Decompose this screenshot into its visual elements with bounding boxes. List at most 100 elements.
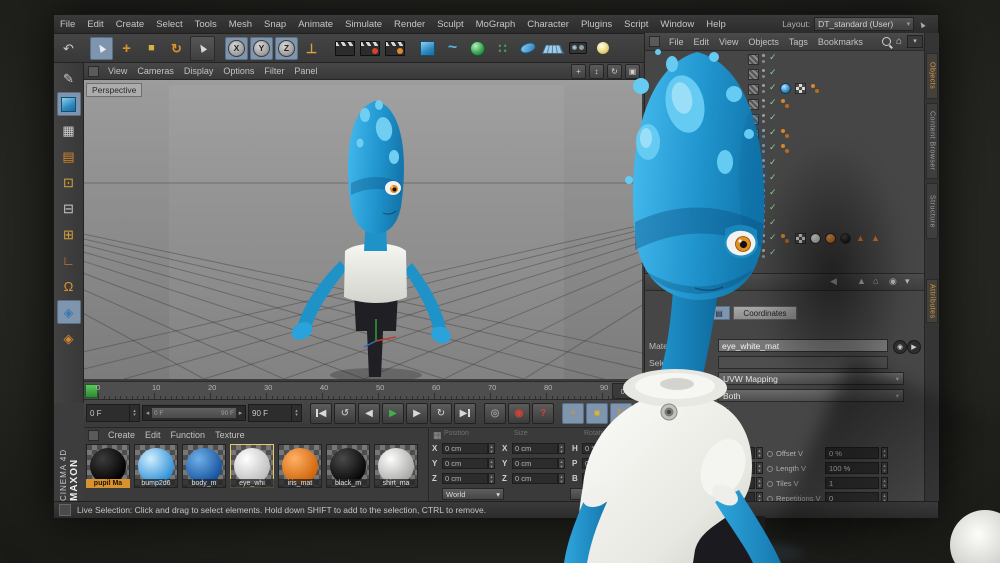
menu-select[interactable]: Select bbox=[150, 17, 188, 32]
workplane-lock-icon[interactable]: ◈ bbox=[56, 300, 81, 324]
stepper-icon[interactable]: ▴▾ bbox=[129, 405, 139, 421]
visibility-dots-icon[interactable] bbox=[762, 189, 766, 198]
keyframe-help-button[interactable]: ? bbox=[532, 402, 554, 424]
stepper-icon[interactable]: ▴▾ bbox=[291, 405, 301, 421]
enabled-check-icon[interactable]: ✓ bbox=[769, 67, 777, 78]
side-tab-attributes[interactable]: Attributes bbox=[926, 279, 938, 323]
visibility-dots-icon[interactable] bbox=[762, 174, 766, 183]
enabled-check-icon[interactable]: ✓ bbox=[769, 112, 777, 123]
object-row[interactable]: ✓ bbox=[645, 246, 927, 261]
stepper-icon[interactable]: ▴▾ bbox=[488, 473, 495, 484]
enabled-check-icon[interactable]: ✓ bbox=[769, 142, 777, 153]
stepper-icon[interactable]: ▴▾ bbox=[622, 458, 629, 469]
menu-plugins[interactable]: Plugins bbox=[575, 17, 618, 32]
material-item[interactable]: body_m bbox=[182, 444, 226, 488]
preview-range-slider[interactable]: ◂ 0 F 90 F ▸ bbox=[142, 405, 246, 421]
visibility-dots-icon[interactable] bbox=[762, 54, 766, 63]
deformer-icon[interactable] bbox=[516, 37, 539, 60]
coordinate-field[interactable]: 0 ° bbox=[582, 458, 622, 469]
spline-pen-icon[interactable]: ~ bbox=[441, 37, 464, 60]
lock-y-axis-icon[interactable]: Y bbox=[250, 36, 273, 60]
next-frame-button[interactable]: ▶ bbox=[406, 402, 428, 424]
viewport-menu-filter[interactable]: Filter bbox=[259, 64, 289, 78]
stepper-icon[interactable]: ▴▾ bbox=[558, 443, 565, 454]
om-menu-file[interactable]: File bbox=[664, 35, 689, 49]
coordinate-field[interactable]: 0 cm bbox=[512, 443, 558, 454]
object-row[interactable]: ✓ ▲ ▲ bbox=[645, 231, 927, 246]
material-item[interactable]: bump2d6 bbox=[134, 444, 178, 488]
camera-object-icon[interactable] bbox=[566, 37, 589, 60]
om-menu-view[interactable]: View bbox=[714, 35, 743, 49]
subdivision-surface-icon[interactable] bbox=[466, 37, 489, 60]
coordinate-field[interactable]: 0 cm bbox=[512, 458, 558, 469]
coordinates-tab[interactable]: Coordinates bbox=[733, 306, 797, 320]
record-scale-toggle[interactable]: ■ bbox=[586, 402, 608, 424]
workplane-paint-icon[interactable]: ▤ bbox=[57, 144, 81, 168]
stepper-icon[interactable]: ▴▾ bbox=[622, 443, 629, 454]
points-mode-icon[interactable]: ⊡ bbox=[57, 170, 81, 194]
menu-mesh[interactable]: Mesh bbox=[223, 17, 258, 32]
menu-simulate[interactable]: Simulate bbox=[339, 17, 388, 32]
stepper-icon[interactable]: ▴▾ bbox=[558, 473, 565, 484]
live-selection-icon[interactable]: ▲ bbox=[90, 36, 113, 60]
side-tab-objects[interactable]: Objects bbox=[926, 53, 938, 99]
menu-character[interactable]: Character bbox=[521, 17, 575, 32]
stepper-icon[interactable]: ▴▾ bbox=[881, 477, 888, 489]
projection-dropdown[interactable]: UVW Mapping ▾ bbox=[718, 372, 904, 385]
axis-mode-icon[interactable]: ∟ bbox=[57, 248, 81, 272]
enabled-check-icon[interactable]: ✓ bbox=[769, 82, 777, 93]
object-row[interactable]: ✓ bbox=[645, 216, 927, 231]
menu-window[interactable]: Window bbox=[654, 17, 700, 32]
goto-material-icon[interactable]: ▶ bbox=[907, 340, 921, 354]
loop-playback-button[interactable]: ↻ bbox=[430, 402, 452, 424]
range-left-arrow-icon[interactable]: ◂ bbox=[143, 409, 152, 417]
pan-view-icon[interactable]: + bbox=[571, 63, 586, 79]
material-item[interactable]: iris_mat bbox=[278, 444, 322, 488]
dolly-view-icon[interactable]: ↕ bbox=[589, 63, 604, 79]
menu-snap[interactable]: Snap bbox=[258, 17, 292, 32]
visibility-dots-icon[interactable] bbox=[762, 129, 766, 138]
stepper-icon[interactable]: ▴▾ bbox=[756, 477, 763, 489]
stepper-icon[interactable]: ▴▾ bbox=[622, 473, 629, 484]
material-menu-create[interactable]: Create bbox=[103, 428, 140, 442]
object-row[interactable]: ✓ bbox=[645, 81, 927, 96]
selection-field[interactable] bbox=[718, 356, 888, 369]
object-row[interactable]: ✓ bbox=[645, 156, 927, 171]
rotate-tool-icon[interactable]: ↻ bbox=[165, 37, 188, 60]
record-rotation-toggle[interactable]: ↻ bbox=[610, 402, 632, 424]
make-editable-icon[interactable]: ✎ bbox=[57, 66, 81, 90]
menu-edit[interactable]: Edit bbox=[81, 17, 109, 32]
object-row[interactable]: ✓ bbox=[645, 111, 927, 126]
material-item[interactable]: eye_whi bbox=[230, 444, 274, 488]
viewport-menu-options[interactable]: Options bbox=[218, 64, 259, 78]
coordinate-field[interactable]: 0 cm bbox=[442, 443, 488, 454]
material-link-field[interactable]: eye_white_mat bbox=[718, 339, 888, 352]
enabled-check-icon[interactable]: ✓ bbox=[769, 217, 777, 228]
goto-end-button[interactable]: ▶ bbox=[454, 402, 476, 424]
object-row[interactable]: ✓ bbox=[645, 201, 927, 216]
field-value[interactable]: 1 bbox=[705, 477, 755, 489]
parent-up-icon[interactable]: ▲ bbox=[857, 276, 866, 286]
menu-render[interactable]: Render bbox=[388, 17, 431, 32]
record-position-toggle[interactable]: + bbox=[562, 402, 584, 424]
cube-primitive-icon[interactable] bbox=[416, 37, 439, 60]
snap-magnet-icon[interactable]: Ω bbox=[57, 274, 81, 298]
material-menu-texture[interactable]: Texture bbox=[210, 428, 250, 442]
tweak-tool-icon[interactable]: ▲ bbox=[190, 35, 215, 61]
stepper-icon[interactable]: ▴▾ bbox=[881, 462, 888, 474]
object-row[interactable]: ✓ bbox=[645, 51, 927, 66]
uv-dots-icon[interactable] bbox=[810, 83, 821, 94]
enabled-check-icon[interactable]: ✓ bbox=[769, 157, 777, 168]
visibility-dots-icon[interactable] bbox=[762, 234, 766, 243]
stepper-icon[interactable]: ▴▾ bbox=[488, 443, 495, 454]
material-item[interactable]: black_m bbox=[326, 444, 370, 488]
stepper-icon[interactable]: ▴▾ bbox=[756, 447, 763, 459]
enabled-check-icon[interactable]: ✓ bbox=[769, 247, 777, 258]
enabled-check-icon[interactable]: ✓ bbox=[769, 172, 777, 183]
uv-dots-icon[interactable] bbox=[780, 128, 791, 139]
rotate-view-icon[interactable]: ↻ bbox=[607, 63, 622, 79]
stepper-icon[interactable]: ▴▾ bbox=[558, 458, 565, 469]
panel-menu-icon[interactable]: ▾ bbox=[905, 276, 910, 287]
object-row[interactable]: ✓ bbox=[645, 141, 927, 156]
field-value[interactable]: 100 % bbox=[705, 462, 755, 474]
